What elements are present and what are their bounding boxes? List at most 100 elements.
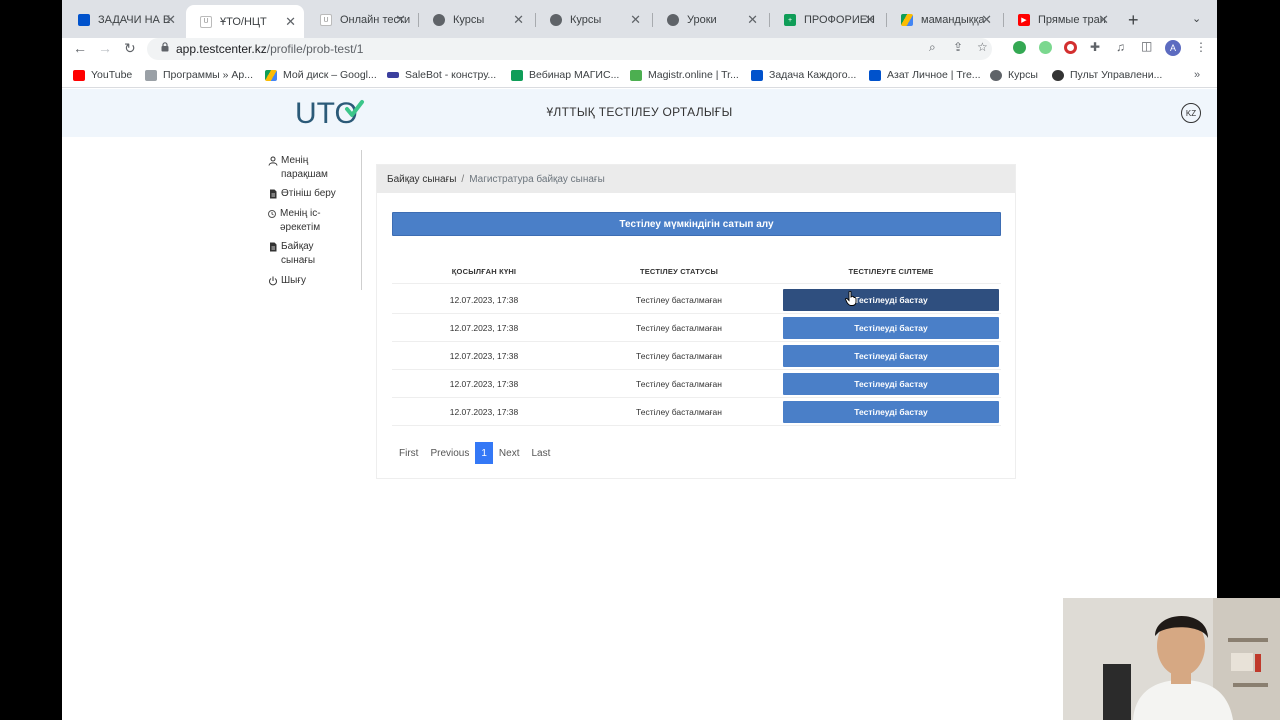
close-icon[interactable]: ✕ xyxy=(395,12,406,28)
pagination-next[interactable]: Next xyxy=(493,442,526,464)
address-bar[interactable]: app.testcenter.kz/profile/prob-test/1 ⌕ … xyxy=(147,38,992,60)
share-icon[interactable]: ⇪ xyxy=(953,40,963,54)
browser-tab[interactable]: + ПРОФОРИЕН ✕ xyxy=(770,8,883,32)
sidebar-item-my-activity[interactable]: Менің іс-әрекетім xyxy=(267,207,347,235)
close-icon[interactable]: ✕ xyxy=(630,12,641,28)
sidebar-item-my-page[interactable]: Менің парақшам xyxy=(268,154,348,182)
breadcrumb-current: Магистратура байқау сынағы xyxy=(469,174,605,185)
sidebar-item-application[interactable]: Өтініш беру xyxy=(268,187,358,201)
close-icon[interactable]: ✕ xyxy=(285,14,296,30)
star-icon[interactable]: ☆ xyxy=(977,40,988,54)
close-icon[interactable]: ✕ xyxy=(864,12,875,28)
bookmark-item[interactable]: Magistr.online | Tr... xyxy=(630,69,739,81)
tab-search-chevron-icon[interactable]: ⌄ xyxy=(1192,12,1201,25)
pagination-page-1[interactable]: 1 xyxy=(475,442,493,464)
row-date: 12.07.2023, 17:38 xyxy=(449,323,519,333)
bookmark-item[interactable]: Пульт Управлени... xyxy=(1052,69,1162,81)
side-panel-icon[interactable]: ◫ xyxy=(1141,39,1152,53)
browser-tab[interactable]: мамандыққа ✕ xyxy=(887,8,1000,32)
forward-arrow-icon[interactable]: → xyxy=(98,40,112,56)
start-test-button[interactable]: Тестілеуді бастау xyxy=(783,373,999,395)
table-row: 12.07.2023, 17:38 Тестілеу басталмаған Т… xyxy=(392,398,1001,426)
reload-icon[interactable]: ↻ xyxy=(124,40,136,57)
media-icon[interactable]: ♫ xyxy=(1116,40,1125,54)
browser-tab[interactable]: Уроки ✕ xyxy=(653,8,766,32)
bookmark-item[interactable]: Курсы xyxy=(990,69,1038,81)
tab-strip: ЗАДАЧИ НА Е ✕ U ҰТО/НЦТ ✕ U Онлайн тести… xyxy=(62,0,1217,38)
document-icon xyxy=(270,189,277,199)
table-row: 12.07.2023, 17:38 Тестілеу басталмаған Т… xyxy=(392,286,1001,314)
row-date: 12.07.2023, 17:38 xyxy=(449,407,519,417)
drive-icon xyxy=(901,14,913,26)
kebab-menu-icon[interactable]: ⋮ xyxy=(1195,40,1207,54)
row-status: Тестілеу басталмаған xyxy=(636,351,722,361)
history-icon xyxy=(268,210,276,218)
start-test-button[interactable]: Тестілеуді бастау xyxy=(783,345,999,367)
bookmark-label: Задача Каждого... xyxy=(769,69,857,81)
close-icon[interactable]: ✕ xyxy=(747,12,758,28)
row-status: Тестілеу басталмаған xyxy=(636,295,722,305)
extension-icon[interactable] xyxy=(1039,41,1052,54)
browser-tab-active[interactable]: U ҰТО/НЦТ ✕ xyxy=(186,5,304,38)
pagination-first[interactable]: First xyxy=(393,442,424,464)
sidebar-item-label: Байқау сынағы xyxy=(281,241,316,266)
close-icon[interactable]: ✕ xyxy=(513,12,524,28)
extension-icon[interactable] xyxy=(1064,41,1077,54)
close-icon[interactable]: ✕ xyxy=(165,12,176,28)
browser-tab[interactable]: ▶ Прямые тран ✕ xyxy=(1004,8,1117,32)
bookmark-item[interactable]: Задача Каждого... xyxy=(751,69,856,81)
bookmark-item[interactable]: Мой диск – Googl... xyxy=(265,69,377,81)
pagination-previous[interactable]: Previous xyxy=(424,442,475,464)
bookmark-label: Курсы xyxy=(1008,69,1038,81)
browser-tab[interactable]: U Онлайн тести ✕ xyxy=(306,8,414,32)
bookmark-item[interactable]: Программы » Ар... xyxy=(145,69,253,81)
close-icon[interactable]: ✕ xyxy=(981,12,992,28)
bookmark-item[interactable]: SaleBot - констру... xyxy=(387,69,496,81)
table-row: 12.07.2023, 17:38 Тестілеу басталмаған Т… xyxy=(392,342,1001,370)
bookmark-label: Мой диск – Googl... xyxy=(283,69,377,81)
uto-icon: U xyxy=(200,15,212,28)
trial-test-card: Байқау сынағы / Магистратура байқау сынағы… xyxy=(376,164,1016,479)
language-switch-button[interactable]: KZ xyxy=(1181,103,1201,123)
new-tab-button[interactable]: + xyxy=(1128,10,1139,31)
sidebar-item-trial-test[interactable]: Байқау сынағы xyxy=(268,240,338,268)
browser-tab[interactable]: Курсы ✕ xyxy=(536,8,649,32)
pagination-last[interactable]: Last xyxy=(525,442,556,464)
globe-icon xyxy=(550,14,562,26)
browser-tab[interactable]: Курсы ✕ xyxy=(419,8,532,32)
profile-avatar[interactable]: A xyxy=(1165,40,1181,56)
sidebar-item-logout[interactable]: Шығу xyxy=(268,274,348,288)
profile-sidebar: Менің парақшам Өтініш беру Менің іс-әрек… xyxy=(262,150,362,290)
globe-icon xyxy=(433,14,445,26)
bookmark-item[interactable]: Азат Личное | Tre... xyxy=(869,69,981,81)
buy-testing-button[interactable]: Тестілеу мүмкіндігін сатып алу xyxy=(392,212,1001,236)
bookmark-item[interactable]: Вебинар МАГИС... xyxy=(511,69,619,81)
bookmark-label: Азат Личное | Tre... xyxy=(887,69,981,81)
column-header-date: ҚОСЫЛҒАН КҮНІ xyxy=(451,267,517,276)
browser-tab[interactable]: ЗАДАЧИ НА Е ✕ xyxy=(64,8,184,32)
user-icon xyxy=(268,156,278,166)
site-header: UTO ҰЛТТЫҚ ТЕСТІЛЕУ ОРТАЛЫҒЫ KZ xyxy=(62,89,1217,137)
close-icon[interactable]: ✕ xyxy=(1098,12,1109,28)
bookmark-item[interactable]: YouTube xyxy=(73,69,132,81)
extension-icon[interactable] xyxy=(1013,41,1026,54)
bookmark-label: YouTube xyxy=(91,69,133,81)
row-date: 12.07.2023, 17:38 xyxy=(449,295,519,305)
trello-icon xyxy=(751,69,763,81)
power-icon xyxy=(269,276,277,286)
column-header-link: ТЕСТІЛЕУГЕ СІЛТЕМЕ xyxy=(848,267,934,276)
start-test-button[interactable]: Тестілеуді бастау xyxy=(783,289,999,311)
trello-icon xyxy=(869,69,881,81)
globe-icon xyxy=(667,14,679,26)
sidebar-item-label: Өтініш беру xyxy=(281,188,336,199)
youtube-icon xyxy=(73,69,85,81)
search-icon[interactable]: ⌕ xyxy=(929,40,936,55)
back-arrow-icon[interactable]: ← xyxy=(73,40,87,56)
more-bookmarks-icon[interactable]: » xyxy=(1194,69,1200,81)
start-test-button[interactable]: Тестілеуді бастау xyxy=(783,401,999,423)
start-test-button[interactable]: Тестілеуді бастау xyxy=(783,317,999,339)
bookmark-label: Пульт Управлени... xyxy=(1070,69,1163,81)
puzzle-icon[interactable]: ✚ xyxy=(1090,40,1100,54)
breadcrumb-link[interactable]: Байқау сынағы xyxy=(387,174,456,185)
row-status: Тестілеу басталмаған xyxy=(636,379,722,389)
